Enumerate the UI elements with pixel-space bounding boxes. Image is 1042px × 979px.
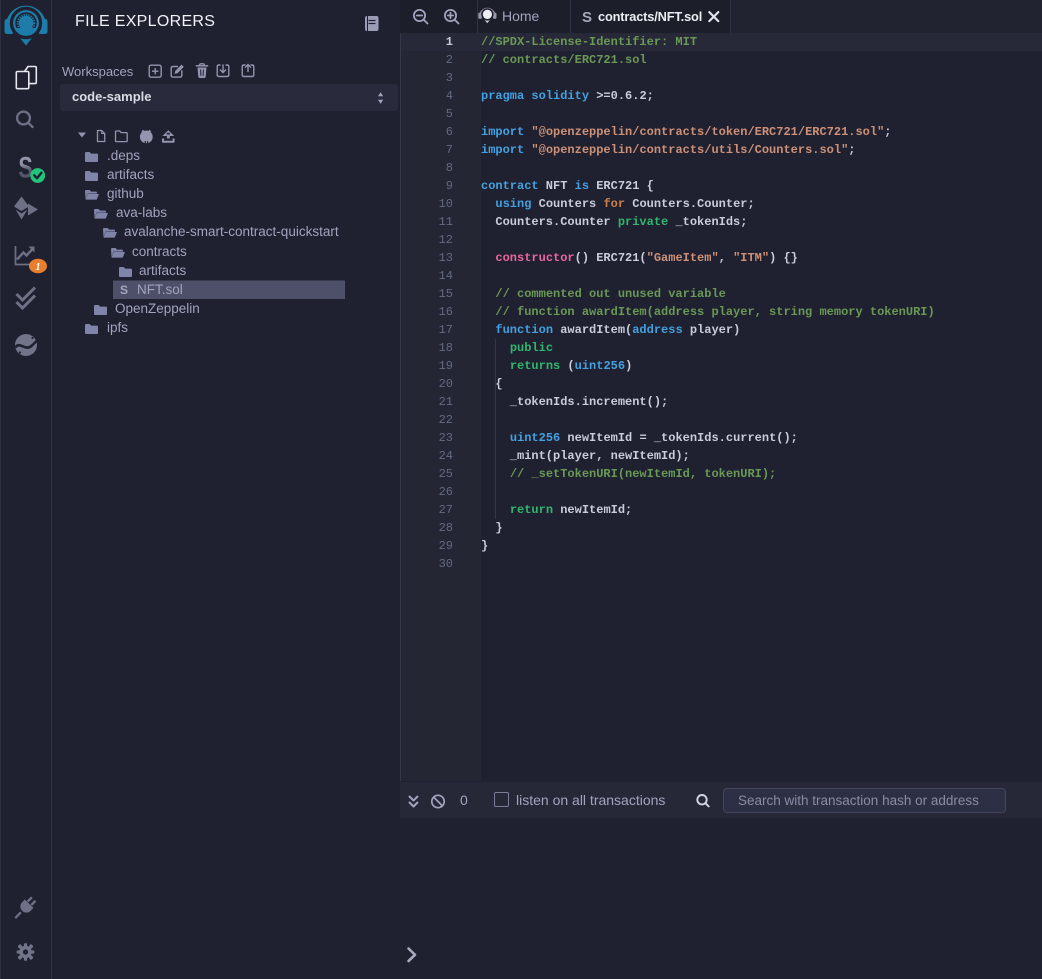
svg-text:S: S xyxy=(18,150,32,184)
svg-text:1: 1 xyxy=(35,262,40,273)
svg-text:S: S xyxy=(582,9,592,26)
